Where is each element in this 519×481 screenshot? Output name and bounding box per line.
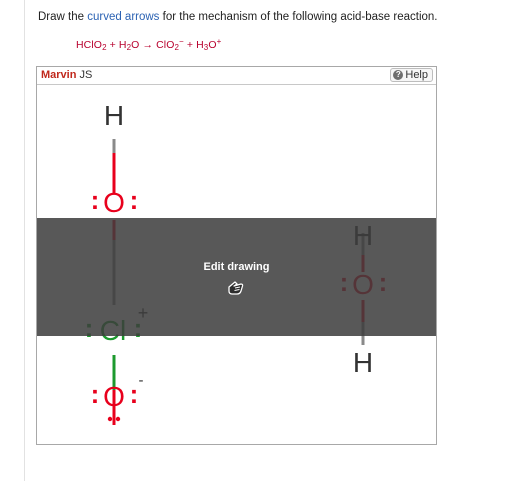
editor-brand-suffix: JS: [76, 69, 93, 81]
reactant-hclo2: HClO: [76, 39, 103, 51]
atom-o-bottom: O: [103, 381, 125, 412]
curved-arrows-link[interactable]: curved arrows: [87, 11, 159, 23]
charge-minus-o: -: [139, 372, 144, 389]
help-icon: ?: [393, 70, 404, 80]
help-button[interactable]: ? Help: [390, 68, 433, 82]
lone-pair-o-bottom-dot-1: [107, 416, 113, 422]
atom-h-top: H: [104, 100, 124, 131]
lone-pair-o-bottom-right: :: [130, 379, 139, 409]
reaction-arrow: →: [139, 39, 157, 51]
product-clo2: ClO: [156, 39, 175, 51]
help-label: Help: [405, 69, 428, 81]
editor-title: Marvin JS: [41, 69, 92, 81]
reaction-equation: HClO2 + H2O → ClO2− + H3O+: [76, 37, 221, 52]
page-left-rule: [24, 0, 25, 481]
lone-pair-o-bottom-left: :: [91, 379, 100, 409]
question-suffix: for the mechanism of the following acid-…: [159, 11, 438, 23]
product-hydronium: H: [196, 39, 204, 51]
lone-pair-o-bottom-dot-2: [115, 416, 121, 422]
pointer-hand-icon: [228, 281, 244, 295]
editor-brand: Marvin: [41, 69, 77, 81]
lone-pair-o-top-left: :: [91, 185, 100, 215]
plus-sign-1: +: [106, 39, 119, 51]
water-atom-h-bottom: H: [353, 347, 373, 378]
product-hydronium-charge: +: [216, 37, 222, 46]
edit-drawing-overlay[interactable]: Edit drawing: [37, 218, 436, 336]
product-hydronium-o: O: [208, 39, 217, 51]
reactant-water: H: [118, 39, 127, 51]
editor-header: Marvin JS ? Help: [37, 67, 436, 85]
question-text: Draw the curved arrows for the mechanism…: [38, 11, 438, 23]
marvin-js-editor[interactable]: Marvin JS ? Help H O : : Cl : : + O : :: [36, 66, 437, 445]
lone-pair-o-top-right: :: [130, 185, 139, 215]
atom-o-top: O: [103, 187, 125, 218]
question-prefix: Draw the: [38, 11, 88, 23]
edit-drawing-label: Edit drawing: [203, 261, 270, 273]
plus-sign-2: +: [183, 39, 197, 51]
